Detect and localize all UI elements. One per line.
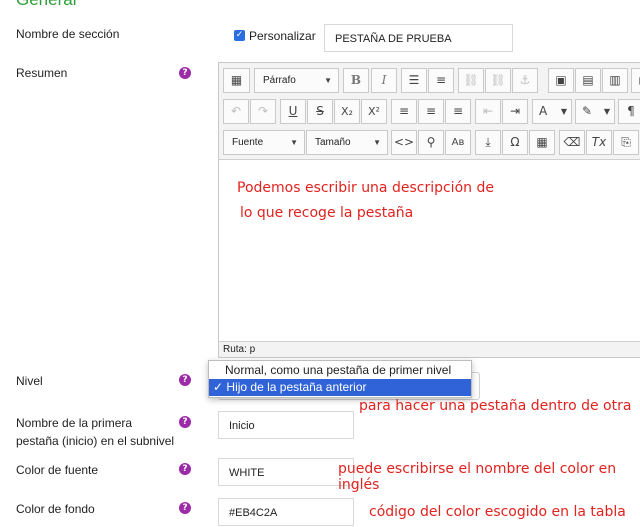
first-tab-name-input[interactable]: Inicio — [218, 411, 354, 439]
more-icon[interactable]: ▢ — [631, 68, 640, 93]
special-chars-icon[interactable]: Ω — [502, 130, 528, 155]
text-color-icon[interactable]: A ▼ — [532, 99, 572, 124]
toolbar-toggle-icon[interactable]: ▦ — [223, 68, 250, 93]
find-icon[interactable]: ⚲ — [418, 130, 444, 155]
check-icon: ✓ — [213, 380, 224, 394]
section-name-label: Nombre de sección — [16, 27, 120, 41]
background-color-label: Color de fondo — [16, 502, 95, 516]
customize-checkbox[interactable]: ✓ — [234, 30, 245, 41]
help-icon[interactable]: ? — [179, 67, 191, 79]
first-tab-label-line2: pestaña (inicio) en el subnivel — [16, 434, 175, 448]
editor-toolbar: ▦ Párrafo ▼ B I ☰ ≡ ⛓ ⛓ ⚓ ▣ ▤ ▥ ▢ ↶ ↷ U … — [219, 63, 640, 160]
code-icon[interactable]: <> — [391, 130, 417, 155]
section-name-input[interactable]: PESTAÑA DE PRUEBA — [324, 24, 513, 52]
spellcheck-icon[interactable]: Aв — [445, 130, 471, 155]
underline-button[interactable]: U — [280, 99, 306, 124]
bold-button[interactable]: B — [343, 68, 369, 93]
size-select-value: Tamaño — [315, 137, 351, 148]
annotation-description-line2: lo que recoge la pestaña — [240, 205, 414, 221]
first-tab-label-line1: Nombre de la primera — [16, 416, 133, 430]
subscript-button[interactable]: X₂ — [334, 99, 360, 124]
level-option[interactable]: Normal, como una pestaña de primer nivel — [209, 362, 471, 379]
level-dropdown[interactable]: Normal, como una pestaña de primer nivel… — [208, 360, 472, 398]
clean-format-icon[interactable]: ⌫ — [559, 130, 585, 155]
redo-icon[interactable]: ↷ — [250, 99, 276, 124]
ltr-icon[interactable]: ¶ — [618, 99, 640, 124]
align-center-icon[interactable]: ≡ — [418, 99, 444, 124]
file-manager-icon[interactable]: ▥ — [602, 68, 628, 93]
undo-icon[interactable]: ↶ — [223, 99, 249, 124]
unlink-icon[interactable]: ⛓ — [485, 68, 511, 93]
chevron-down-icon: ▼ — [324, 76, 332, 85]
annotation-color-code: código del color escogido en la tabla — [369, 504, 626, 520]
help-icon[interactable]: ? — [179, 502, 191, 514]
size-select[interactable]: Tamaño ▼ — [306, 130, 388, 155]
clear-format-icon[interactable]: Tx — [586, 130, 612, 155]
annotation-nested-tab: para hacer una pestaña dentro de otra — [359, 398, 632, 414]
highlight-color-icon[interactable]: ✎ ▼ — [575, 99, 615, 124]
strikethrough-button[interactable]: S — [307, 99, 333, 124]
superscript-button[interactable]: X² — [361, 99, 387, 124]
anchor-icon[interactable]: ⚓ — [512, 68, 538, 93]
insert-icon[interactable]: ⤓ — [475, 130, 501, 155]
section-heading[interactable]: General — [16, 0, 76, 10]
indent-icon[interactable]: ⇥ — [502, 99, 528, 124]
image-icon[interactable]: ▣ — [548, 68, 574, 93]
font-color-label: Color de fuente — [16, 463, 99, 477]
align-right-icon[interactable]: ≡ — [445, 99, 471, 124]
paste-icon[interactable]: ⎘ — [613, 130, 639, 155]
link-icon[interactable]: ⛓ — [458, 68, 484, 93]
bullet-list-icon[interactable]: ☰ — [401, 68, 427, 93]
paragraph-select[interactable]: Párrafo ▼ — [254, 68, 339, 93]
annotation-color-name: puede escribirse el nombre del color en … — [338, 461, 617, 493]
chevron-down-icon: ▼ — [373, 138, 381, 147]
font-color-input[interactable]: WHITE — [218, 458, 354, 486]
chevron-down-icon: ▼ — [290, 138, 298, 147]
media-icon[interactable]: ▤ — [575, 68, 601, 93]
table-icon[interactable]: ▦ — [529, 130, 555, 155]
help-icon[interactable]: ? — [179, 416, 191, 428]
level-option-selected[interactable]: ✓ Hijo de la pestaña anterior — [209, 379, 471, 396]
align-left-icon[interactable]: ≡ — [391, 99, 417, 124]
level-label: Nivel — [16, 374, 43, 388]
font-select[interactable]: Fuente ▼ — [223, 130, 305, 155]
help-icon[interactable]: ? — [179, 463, 191, 475]
customize-label[interactable]: Personalizar — [249, 27, 316, 45]
summary-label: Resumen — [16, 66, 68, 80]
italic-button[interactable]: I — [371, 68, 397, 93]
help-icon[interactable]: ? — [179, 374, 191, 386]
background-color-input[interactable]: #EB4C2A — [218, 498, 354, 526]
annotation-description-line1: Podemos escribir una descripción de — [237, 180, 494, 196]
paragraph-select-value: Párrafo — [263, 75, 296, 86]
editor-path: Ruta: p — [219, 341, 640, 357]
numbered-list-icon[interactable]: ≡ — [428, 68, 454, 93]
level-option-label: Hijo de la pestaña anterior — [226, 380, 367, 394]
outdent-icon[interactable]: ⇤ — [475, 99, 501, 124]
font-select-value: Fuente — [232, 137, 264, 148]
